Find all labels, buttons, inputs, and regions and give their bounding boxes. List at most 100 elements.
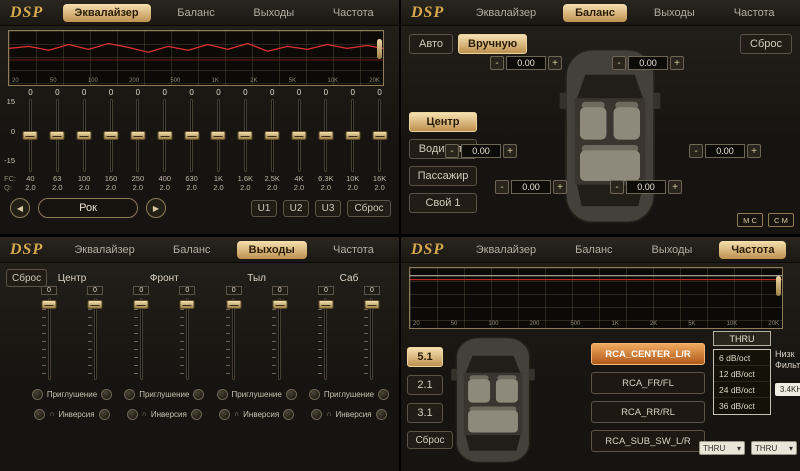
output-slider[interactable]	[278, 298, 281, 380]
invert-toggle-left[interactable]	[34, 409, 45, 420]
mute-toggle-left[interactable]	[309, 389, 320, 400]
delay-minus-button[interactable]: -	[610, 180, 624, 194]
tab-Частота[interactable]: Частота	[321, 241, 386, 259]
slope-option[interactable]: 12 dB/oct	[714, 366, 770, 382]
delay-minus-button[interactable]: -	[612, 56, 626, 70]
output-slider-handle[interactable]	[134, 300, 149, 309]
rca-channel-button[interactable]: RCA_SUB_SW_L/R	[591, 430, 705, 452]
band-slider[interactable]	[56, 99, 59, 172]
mute-toggle-left[interactable]	[124, 389, 135, 400]
invert-toggle-right[interactable]	[99, 409, 110, 420]
tab-Частота[interactable]: Частота	[722, 4, 787, 22]
band-slider[interactable]	[271, 99, 274, 172]
tab-Выходы[interactable]: Выходы	[642, 4, 707, 22]
output-slider-handle[interactable]	[180, 300, 195, 309]
output-slider-handle[interactable]	[272, 300, 287, 309]
output-slider-handle[interactable]	[318, 300, 333, 309]
delay-plus-button[interactable]: +	[670, 56, 684, 70]
output-slider-handle[interactable]	[364, 300, 379, 309]
slope-option[interactable]: 6 dB/oct	[714, 350, 770, 366]
slope-select[interactable]: THRU	[713, 331, 771, 346]
band-slider[interactable]	[298, 99, 301, 172]
auto-button[interactable]: Авто	[409, 34, 453, 54]
tab-Баланс[interactable]: Баланс	[563, 241, 624, 259]
position-button[interactable]: Свой 1	[409, 193, 477, 213]
tab-Эквалайзер[interactable]: Эквалайзер	[63, 4, 151, 22]
mute-toggle-right[interactable]	[378, 389, 389, 400]
balance-reset-button[interactable]: Сброс	[740, 34, 792, 54]
delay-minus-button[interactable]: -	[490, 56, 504, 70]
graph-grip[interactable]	[776, 276, 781, 296]
band-slider[interactable]	[29, 99, 32, 172]
delay-plus-button[interactable]: +	[553, 180, 567, 194]
delay-minus-button[interactable]: -	[495, 180, 509, 194]
band-slider-handle[interactable]	[372, 131, 387, 140]
memory-u2-button[interactable]: U2	[283, 200, 309, 217]
mute-toggle-left[interactable]	[217, 389, 228, 400]
band-slider[interactable]	[217, 99, 220, 172]
mute-toggle-right[interactable]	[286, 389, 297, 400]
graph-grip[interactable]	[377, 39, 382, 59]
channel-slope-select[interactable]: THRU▾	[699, 441, 745, 455]
band-slider-handle[interactable]	[265, 131, 280, 140]
tab-Выходы[interactable]: Выходы	[241, 4, 306, 22]
cm-button[interactable]: С М	[768, 213, 794, 227]
output-slider-handle[interactable]	[226, 300, 241, 309]
output-slider[interactable]	[94, 298, 97, 380]
tab-Эквалайзер[interactable]: Эквалайзер	[62, 241, 146, 259]
band-slider-handle[interactable]	[104, 131, 119, 140]
output-slider[interactable]	[232, 298, 235, 380]
band-slider[interactable]	[378, 99, 381, 172]
band-slider[interactable]	[351, 99, 354, 172]
position-button[interactable]: Пассажир	[409, 166, 477, 186]
tab-Выходы[interactable]: Выходы	[237, 241, 307, 259]
preset-prev-button[interactable]: ◀	[10, 198, 30, 218]
band-slider-handle[interactable]	[211, 131, 226, 140]
band-slider-handle[interactable]	[345, 131, 360, 140]
band-slider-handle[interactable]	[292, 131, 307, 140]
band-slider-handle[interactable]	[77, 131, 92, 140]
band-slider[interactable]	[163, 99, 166, 172]
band-slider-handle[interactable]	[130, 131, 145, 140]
band-slider-handle[interactable]	[23, 131, 38, 140]
invert-toggle-right[interactable]	[191, 409, 202, 420]
tab-Эквалайзер[interactable]: Эквалайзер	[464, 4, 548, 22]
output-slider[interactable]	[186, 298, 189, 380]
crossover-reset-button[interactable]: Сброс	[407, 431, 453, 449]
tab-Баланс[interactable]: Баланс	[563, 4, 627, 22]
output-slider[interactable]	[140, 298, 143, 380]
band-slider[interactable]	[244, 99, 247, 172]
invert-toggle-right[interactable]	[283, 409, 294, 420]
band-slider[interactable]	[324, 99, 327, 172]
mute-toggle-left[interactable]	[32, 389, 43, 400]
invert-toggle-left[interactable]	[311, 409, 322, 420]
band-slider-handle[interactable]	[238, 131, 253, 140]
band-slider[interactable]	[190, 99, 193, 172]
mode-5.1-button[interactable]: 5.1	[407, 347, 443, 367]
band-slider[interactable]	[110, 99, 113, 172]
mode-3.1-button[interactable]: 3.1	[407, 403, 443, 423]
output-slider-handle[interactable]	[88, 300, 103, 309]
channel-slope-select[interactable]: THRU▾	[751, 441, 797, 455]
delay-plus-button[interactable]: +	[548, 56, 562, 70]
band-slider-handle[interactable]	[157, 131, 172, 140]
preset-next-button[interactable]: ▶	[146, 198, 166, 218]
band-slider[interactable]	[136, 99, 139, 172]
tab-Частота[interactable]: Частота	[719, 241, 786, 259]
rca-channel-button[interactable]: RCA_CENTER_L/R	[591, 343, 705, 365]
mute-toggle-right[interactable]	[193, 389, 204, 400]
band-slider-handle[interactable]	[50, 131, 65, 140]
memory-u3-button[interactable]: U3	[315, 200, 341, 217]
rca-channel-button[interactable]: RCA_FR/FL	[591, 372, 705, 394]
slope-option[interactable]: 24 dB/oct	[714, 382, 770, 398]
band-slider[interactable]	[83, 99, 86, 172]
memory-u1-button[interactable]: U1	[251, 200, 277, 217]
output-slider[interactable]	[48, 298, 51, 380]
preset-name[interactable]: Рок	[38, 198, 138, 218]
eq-reset-button[interactable]: Сброс	[347, 200, 391, 217]
delay-plus-button[interactable]: +	[503, 144, 517, 158]
tab-Выходы[interactable]: Выходы	[640, 241, 705, 259]
mode-2.1-button[interactable]: 2.1	[407, 375, 443, 395]
mc-button[interactable]: М С	[737, 213, 763, 227]
delay-plus-button[interactable]: +	[747, 144, 761, 158]
